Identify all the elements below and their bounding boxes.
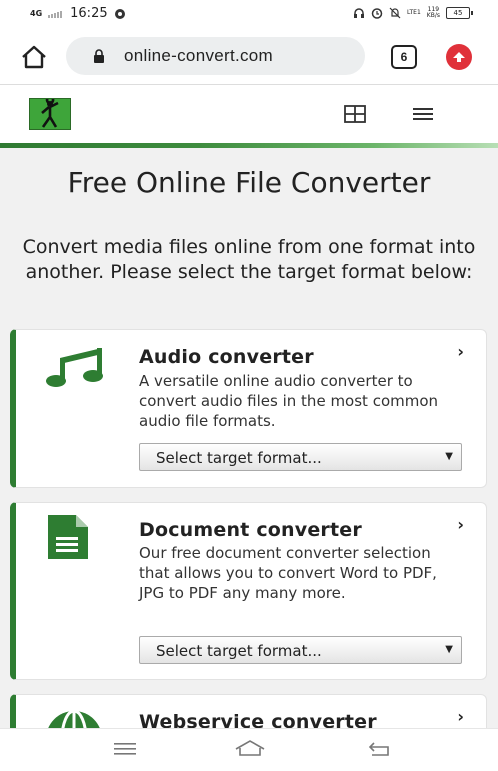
back-arrow-icon <box>368 742 389 756</box>
headphones-icon <box>354 8 364 18</box>
select-placeholder: Select target format... <box>156 449 322 467</box>
app-notification-icon <box>114 8 125 19</box>
status-bar: 4G 16:25 LTE1 119 KB/s 45 <box>0 0 498 30</box>
signal-icon <box>48 11 63 18</box>
house-outline-icon <box>235 740 265 756</box>
card-description: Our free document converter selection th… <box>139 544 437 602</box>
battery-icon: 45 <box>446 7 473 19</box>
site-logo[interactable] <box>29 95 71 130</box>
document-converter-card[interactable]: Document converter › Our free document c… <box>10 502 487 680</box>
back-button[interactable] <box>366 739 392 759</box>
system-home-button[interactable] <box>234 739 266 759</box>
network-speed: 119 KB/s <box>426 6 440 19</box>
chevron-right-icon[interactable]: › <box>457 342 464 361</box>
chevron-right-icon[interactable]: › <box>457 515 464 534</box>
clock: 16:25 <box>70 6 108 21</box>
audio-target-format-select[interactable]: Select target format... ▼ <box>139 443 462 471</box>
dropdown-arrow-icon: ▼ <box>445 451 453 462</box>
grid-icon <box>344 105 366 123</box>
page-subtitle: Convert media files online from one form… <box>22 236 476 283</box>
hamburger-menu-button[interactable] <box>413 106 433 122</box>
url-text: online-convert.com <box>124 46 274 65</box>
home-button[interactable] <box>20 43 48 71</box>
system-navigation-bar <box>0 728 498 771</box>
header-stripe <box>0 143 498 148</box>
lock-icon <box>94 49 104 63</box>
browser-toolbar: online-convert.com 6 <box>0 30 498 85</box>
select-placeholder: Select target format... <box>156 642 322 660</box>
menu-lines-icon <box>114 743 136 755</box>
browser-menu-button[interactable] <box>446 44 472 70</box>
home-icon <box>22 45 46 69</box>
chevron-right-icon[interactable]: › <box>457 707 464 726</box>
card-title: Audio converter <box>139 346 314 368</box>
site-header <box>0 85 498 143</box>
network-type: 4G <box>30 8 43 18</box>
mute-icon <box>389 7 401 19</box>
dropdown-arrow-icon: ▼ <box>445 644 453 655</box>
page-title: Free Online File Converter <box>67 166 431 199</box>
upload-icon <box>453 52 465 62</box>
logo-figure-icon <box>41 95 59 128</box>
music-note-icon <box>46 348 103 387</box>
document-target-format-select[interactable]: Select target format... ▼ <box>139 636 462 664</box>
hamburger-icon <box>413 108 433 120</box>
recents-button[interactable] <box>112 739 138 759</box>
address-bar[interactable]: online-convert.com <box>66 37 365 75</box>
audio-converter-card[interactable]: Audio converter › A versatile online aud… <box>10 329 487 488</box>
card-title: Document converter <box>139 519 362 541</box>
tab-switcher-button[interactable]: 6 <box>391 45 417 69</box>
document-icon <box>48 515 88 559</box>
apps-grid-button[interactable] <box>344 105 366 123</box>
card-description: A versatile online audio converter to co… <box>139 372 439 430</box>
lte-indicator: LTE1 <box>407 9 421 16</box>
alarm-icon <box>371 8 383 19</box>
